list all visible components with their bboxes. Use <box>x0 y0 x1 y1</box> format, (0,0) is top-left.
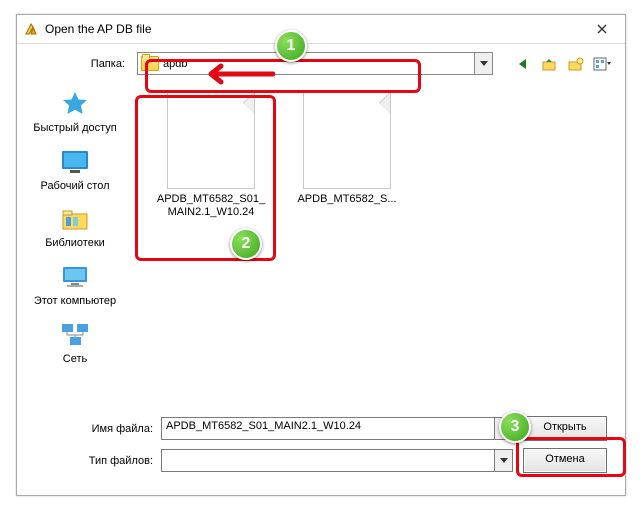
up-folder-button[interactable] <box>539 53 561 75</box>
file-icon <box>303 91 391 189</box>
file-item[interactable]: APDB_MT6582_S01_MAIN2.1_W10.24 <box>153 91 269 219</box>
folder-icon <box>141 56 159 71</box>
window-title: Open the AP DB file <box>45 22 581 36</box>
close-button[interactable] <box>581 16 623 42</box>
filename-value: APDB_MT6582_S01_MAIN2.1_W10.24 <box>162 418 494 439</box>
desktop-icon <box>59 146 91 178</box>
new-folder-button[interactable] <box>565 53 587 75</box>
filetype-combo[interactable] <box>161 449 513 472</box>
back-button[interactable] <box>513 53 535 75</box>
filetype-label: Тип файлов: <box>29 455 153 467</box>
bottom-panel: Имя файла: APDB_MT6582_S01_MAIN2.1_W10.2… <box>17 416 625 485</box>
cancel-button[interactable]: Отмена <box>523 448 607 473</box>
file-list[interactable]: APDB_MT6582_S01_MAIN2.1_W10.24 APDB_MT65… <box>133 83 625 409</box>
places-bar: Быстрый доступ Рабочий стол Библиотеки Э… <box>17 83 133 409</box>
open-button[interactable]: Открыть <box>523 416 607 441</box>
place-this-pc[interactable]: Этот компьютер <box>25 258 125 314</box>
folder-toolbar: Папка: apdb <box>17 44 625 83</box>
folder-name: apdb <box>163 58 474 70</box>
app-icon <box>23 21 39 37</box>
computer-icon <box>59 261 91 293</box>
view-menu-button[interactable] <box>591 53 613 75</box>
titlebar: Open the AP DB file <box>17 15 625 44</box>
open-file-dialog: Open the AP DB file Папка: apdb <box>16 14 626 496</box>
filename-label: Имя файла: <box>29 423 153 435</box>
network-icon <box>59 319 91 351</box>
folder-dropdown[interactable]: apdb <box>137 52 493 75</box>
file-item[interactable]: APDB_MT6582_S... <box>289 91 405 206</box>
file-icon <box>167 91 255 189</box>
chevron-down-icon[interactable] <box>494 450 512 471</box>
folder-label: Папка: <box>29 58 125 70</box>
place-quick-access[interactable]: Быстрый доступ <box>25 85 125 141</box>
chevron-down-icon[interactable] <box>494 418 512 439</box>
place-network[interactable]: Сеть <box>25 316 125 372</box>
libraries-icon <box>59 203 91 235</box>
place-libraries[interactable]: Библиотеки <box>25 200 125 256</box>
place-desktop[interactable]: Рабочий стол <box>25 143 125 199</box>
close-icon <box>597 24 607 34</box>
star-icon <box>59 88 91 120</box>
chevron-down-icon[interactable] <box>474 53 492 74</box>
filename-combo[interactable]: APDB_MT6582_S01_MAIN2.1_W10.24 <box>161 417 513 440</box>
filetype-value <box>162 450 494 471</box>
